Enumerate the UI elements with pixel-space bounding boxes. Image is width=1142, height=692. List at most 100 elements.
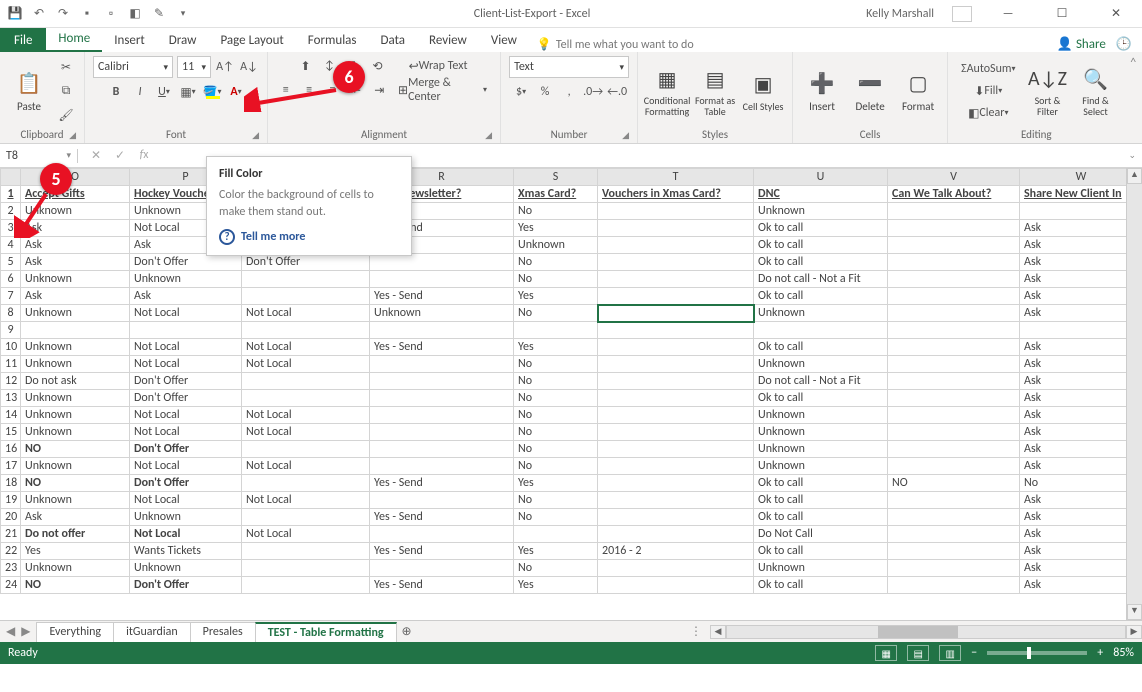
- clear-button[interactable]: ◧ Clear ▾: [956, 103, 1020, 123]
- tab-review[interactable]: Review: [417, 29, 479, 52]
- cell[interactable]: No: [514, 390, 598, 407]
- increase-decimal-icon[interactable]: .0→: [583, 82, 603, 102]
- cell[interactable]: [888, 526, 1020, 543]
- zoom-out-icon[interactable]: −: [971, 646, 977, 660]
- cell[interactable]: Unknown: [754, 407, 888, 424]
- cell[interactable]: Do not offer: [21, 526, 130, 543]
- zoom-level[interactable]: 85%: [1113, 646, 1134, 660]
- page-break-view-icon[interactable]: ▥: [939, 645, 961, 661]
- close-button[interactable]: ✕: [1098, 0, 1134, 28]
- cell[interactable]: Ok to call: [754, 237, 888, 254]
- cell[interactable]: [1020, 203, 1142, 220]
- cell[interactable]: Ask: [1020, 288, 1142, 305]
- decrease-font-icon[interactable]: A↓: [239, 57, 259, 77]
- cell[interactable]: No: [1020, 475, 1142, 492]
- cell[interactable]: [888, 441, 1020, 458]
- cell[interactable]: Don't Offer: [130, 373, 242, 390]
- cell[interactable]: [888, 407, 1020, 424]
- cell[interactable]: [370, 254, 514, 271]
- cell[interactable]: [888, 305, 1020, 322]
- cell[interactable]: No: [514, 407, 598, 424]
- cell[interactable]: Not Local: [242, 407, 370, 424]
- cell[interactable]: [21, 322, 130, 339]
- expand-formula-icon[interactable]: ⌄: [1122, 150, 1142, 161]
- row-header[interactable]: 11: [1, 356, 21, 373]
- cell[interactable]: Yes: [514, 543, 598, 560]
- cell[interactable]: Don't Offer: [130, 441, 242, 458]
- row-header[interactable]: 13: [1, 390, 21, 407]
- row-header[interactable]: 14: [1, 407, 21, 424]
- hscroll-thumb[interactable]: [878, 626, 958, 638]
- cell[interactable]: Not Local: [130, 424, 242, 441]
- scroll-right-icon[interactable]: ▶: [1126, 625, 1142, 639]
- cell[interactable]: [598, 560, 754, 577]
- cell[interactable]: Ask: [21, 509, 130, 526]
- cell[interactable]: Ask: [1020, 577, 1142, 594]
- font-name-select[interactable]: Calibri ▾: [93, 56, 173, 78]
- cell[interactable]: Unknown: [754, 458, 888, 475]
- cell[interactable]: [888, 271, 1020, 288]
- undo-icon[interactable]: ↶: [30, 5, 48, 23]
- qat-customize-icon[interactable]: ▾: [174, 5, 192, 23]
- cell[interactable]: [370, 441, 514, 458]
- cell[interactable]: Ask: [1020, 254, 1142, 271]
- row-header[interactable]: 17: [1, 458, 21, 475]
- cell[interactable]: Ask: [1020, 220, 1142, 237]
- cell[interactable]: Not Local: [130, 339, 242, 356]
- cell[interactable]: Yes: [514, 577, 598, 594]
- row-header[interactable]: 2: [1, 203, 21, 220]
- row-header[interactable]: 3: [1, 220, 21, 237]
- cell[interactable]: No: [514, 458, 598, 475]
- cell[interactable]: Yes: [21, 543, 130, 560]
- cut-icon[interactable]: ✂: [56, 57, 76, 77]
- cell[interactable]: Unknown: [21, 424, 130, 441]
- sort-filter-button[interactable]: A↓ZSort & Filter: [1026, 65, 1068, 117]
- vertical-scrollbar[interactable]: ▲ ▼: [1126, 168, 1142, 620]
- cell[interactable]: Ask: [1020, 373, 1142, 390]
- cell[interactable]: [242, 543, 370, 560]
- cell[interactable]: [888, 492, 1020, 509]
- header-cell[interactable]: Vouchers in Xmas Card?: [598, 186, 754, 203]
- cell[interactable]: [370, 390, 514, 407]
- tell-me-search[interactable]: 💡Tell me what you want to do: [529, 37, 694, 52]
- cell[interactable]: Ask: [130, 288, 242, 305]
- cell[interactable]: [242, 475, 370, 492]
- tab-page-layout[interactable]: Page Layout: [208, 29, 295, 52]
- cell[interactable]: [242, 560, 370, 577]
- cell[interactable]: Don't Offer: [130, 577, 242, 594]
- cell[interactable]: NO: [21, 475, 130, 492]
- underline-button[interactable]: U ▾: [154, 82, 174, 102]
- cell[interactable]: [598, 288, 754, 305]
- col-header-U[interactable]: U: [754, 169, 888, 186]
- cell-styles-button[interactable]: ▣Cell Styles: [742, 71, 784, 112]
- row-header[interactable]: 12: [1, 373, 21, 390]
- cell[interactable]: Unknown: [754, 560, 888, 577]
- cell[interactable]: No: [514, 424, 598, 441]
- row-header[interactable]: 20: [1, 509, 21, 526]
- cell[interactable]: Ask: [1020, 441, 1142, 458]
- save-icon[interactable]: 💾: [6, 5, 24, 23]
- find-select-button[interactable]: 🔍Find & Select: [1074, 65, 1116, 117]
- comma-format-icon[interactable]: ,: [559, 82, 579, 102]
- new-sheet-button[interactable]: ⊕: [396, 624, 418, 639]
- percent-format-icon[interactable]: %: [535, 82, 555, 102]
- cell[interactable]: Yes - Send: [370, 577, 514, 594]
- fx-icon[interactable]: fx: [134, 148, 154, 163]
- cell[interactable]: [370, 322, 514, 339]
- row-header[interactable]: 10: [1, 339, 21, 356]
- cell[interactable]: [598, 373, 754, 390]
- align-center-icon[interactable]: ≡: [299, 80, 318, 100]
- horizontal-scrollbar[interactable]: ⋮ ◀ ▶: [682, 624, 1142, 640]
- cell[interactable]: Ask: [1020, 458, 1142, 475]
- scroll-left-icon[interactable]: ◀: [710, 625, 726, 639]
- bold-button[interactable]: B: [106, 82, 126, 102]
- file-tab[interactable]: File: [0, 28, 46, 52]
- cell[interactable]: Ok to call: [754, 492, 888, 509]
- cell[interactable]: Unknown: [21, 339, 130, 356]
- cell[interactable]: 2016 - 2: [598, 543, 754, 560]
- row-header[interactable]: 22: [1, 543, 21, 560]
- enter-formula-icon[interactable]: ✓: [110, 148, 130, 163]
- share-button[interactable]: 👤 Share: [1057, 37, 1106, 52]
- cell[interactable]: Not Local: [130, 458, 242, 475]
- launcher-icon[interactable]: ◢: [485, 130, 492, 141]
